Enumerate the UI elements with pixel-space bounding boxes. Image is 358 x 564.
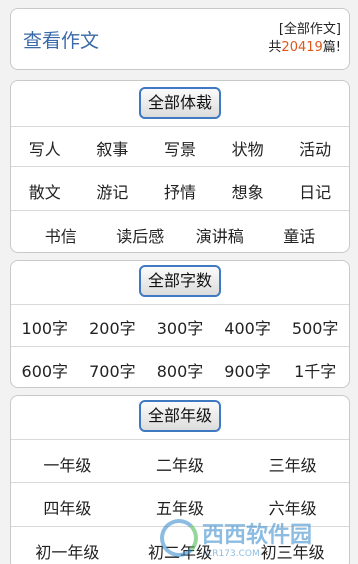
divider [11, 482, 349, 483]
genre-option[interactable]: 读后感 [101, 223, 181, 247]
grade-option[interactable]: 二年级 [124, 452, 237, 476]
watermark-text: 西西软件园 [202, 522, 313, 548]
page-title: 查看作文 [23, 30, 100, 52]
genre-option[interactable]: 写景 [146, 136, 214, 160]
genre-option[interactable]: 叙事 [79, 136, 147, 160]
all-word-counts-button[interactable]: 全部字数 [138, 265, 222, 297]
grade-option[interactable]: 初一年级 [11, 539, 124, 563]
divider [11, 439, 349, 440]
grade-option[interactable]: 一年级 [11, 452, 124, 476]
all-genres-button[interactable]: 全部体裁 [138, 87, 222, 119]
divider [11, 210, 349, 211]
essay-count: 20419 [281, 40, 323, 55]
watermark-logo-icon [160, 518, 198, 557]
count-line: 共20419篇! [268, 39, 341, 57]
word-count-option[interactable]: 400字 [214, 315, 282, 339]
genre-option[interactable]: 游记 [79, 179, 147, 203]
word-count-option[interactable]: 600字 [11, 358, 79, 382]
watermark-subtext: CR173.COM [206, 548, 260, 559]
header-card: 查看作文 [全部作文] 共20419篇! [10, 8, 350, 70]
all-grades-button[interactable]: 全部年级 [138, 400, 222, 432]
word-count-option[interactable]: 200字 [79, 315, 147, 339]
word-count-option[interactable]: 500字 [281, 315, 349, 339]
count-prefix: 共 [268, 40, 282, 55]
genre-filter-card: 全部体裁 写人 叙事 写景 状物 活动 散文 游记 抒情 想象 日记 书信 读后… [10, 80, 350, 253]
word-count-row: 600字 700字 800字 900字 1千字 [11, 358, 349, 382]
genre-row: 写人 叙事 写景 状物 活动 [11, 136, 349, 160]
grade-option[interactable]: 三年级 [236, 452, 349, 476]
divider [11, 126, 349, 127]
divider [11, 346, 349, 347]
word-count-row: 100字 200字 300字 400字 500字 [11, 315, 349, 339]
genre-option[interactable]: 童话 [260, 223, 340, 247]
grade-option[interactable]: 四年级 [11, 495, 124, 519]
word-count-option[interactable]: 1千字 [281, 358, 349, 382]
count-suffix: 篇! [322, 40, 341, 55]
essay-count-info: [全部作文] 共20419篇! [268, 21, 341, 57]
word-count-option[interactable]: 300字 [146, 315, 214, 339]
genre-option[interactable]: 书信 [21, 223, 101, 247]
word-count-option[interactable]: 700字 [79, 358, 147, 382]
word-count-filter-card: 全部字数 100字 200字 300字 400字 500字 600字 700字 … [10, 260, 350, 388]
divider [11, 304, 349, 305]
scope-label: [全部作文] [278, 22, 341, 37]
genre-option[interactable]: 散文 [11, 179, 79, 203]
genre-option[interactable]: 抒情 [146, 179, 214, 203]
divider [11, 166, 349, 167]
genre-row: 书信 读后感 演讲稿 童话 [11, 223, 349, 247]
genre-option[interactable]: 演讲稿 [180, 223, 260, 247]
genre-option[interactable]: 活动 [281, 136, 349, 160]
genre-option[interactable]: 状物 [214, 136, 282, 160]
watermark: 西西软件园 CR173.COM [160, 515, 350, 560]
genre-option[interactable]: 日记 [281, 179, 349, 203]
genre-option[interactable]: 想象 [214, 179, 282, 203]
genre-row: 散文 游记 抒情 想象 日记 [11, 179, 349, 203]
grade-row: 一年级 二年级 三年级 [11, 452, 349, 476]
word-count-option[interactable]: 800字 [146, 358, 214, 382]
word-count-option[interactable]: 100字 [11, 315, 79, 339]
genre-option[interactable]: 写人 [11, 136, 79, 160]
word-count-option[interactable]: 900字 [214, 358, 282, 382]
